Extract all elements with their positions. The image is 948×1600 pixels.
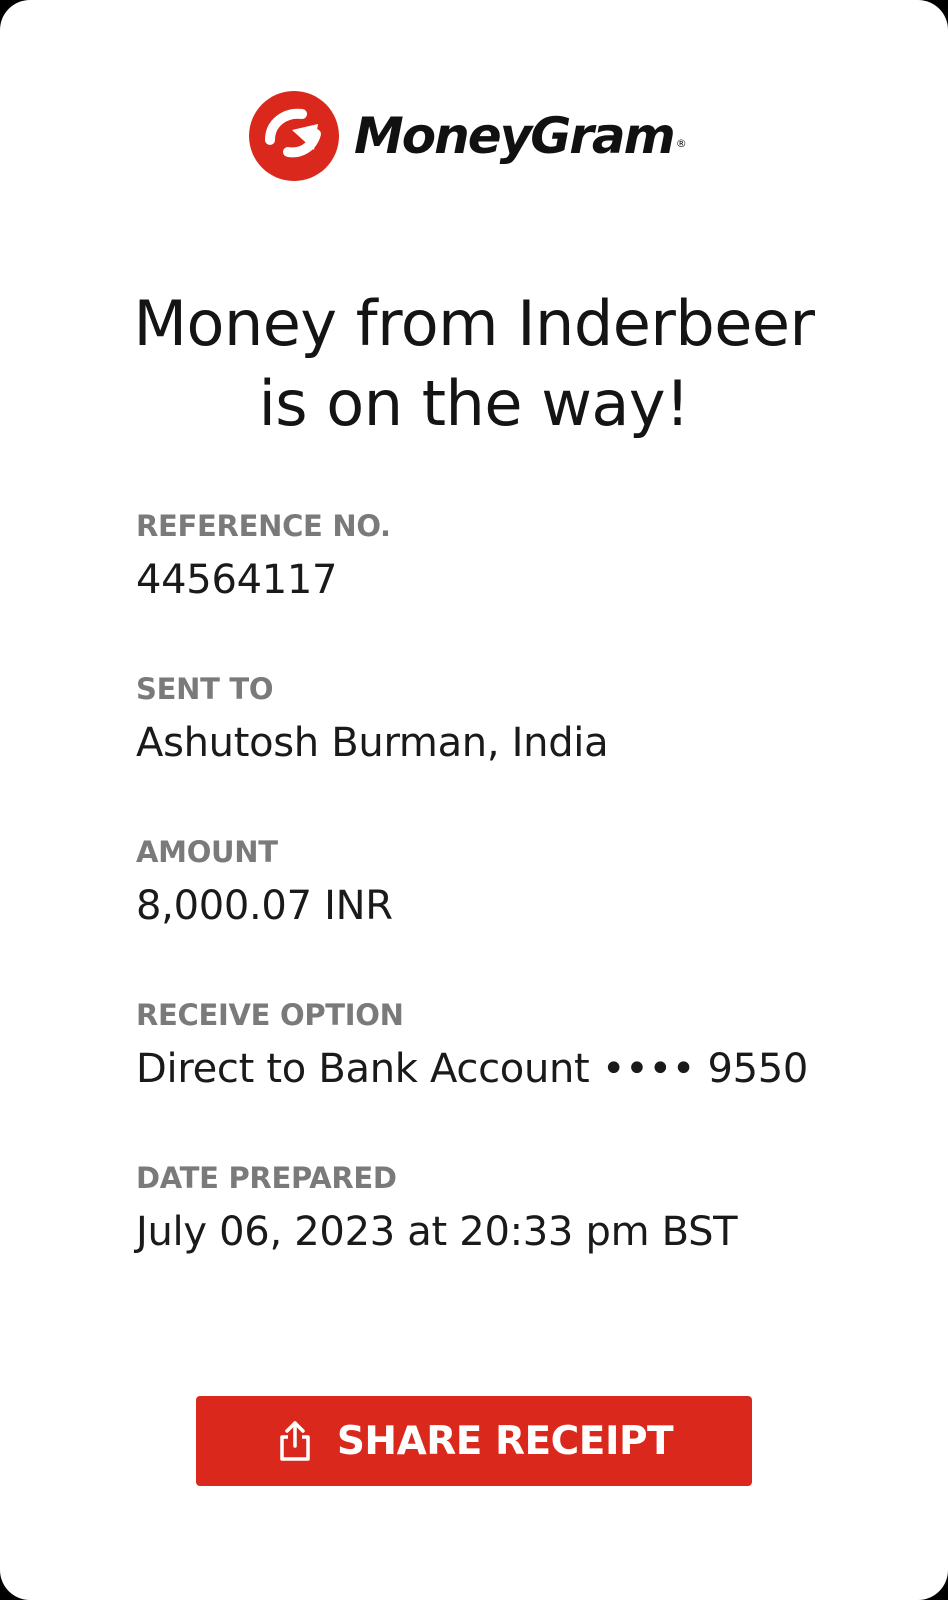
amount-value: 8,000.07 INR <box>136 883 393 929</box>
title-line-1: Money from Inderbeer <box>133 287 815 360</box>
registered-mark: ® <box>675 137 687 150</box>
reference-value: 44564117 <box>136 557 338 603</box>
amount-label: AMOUNT <box>136 835 278 869</box>
date-prepared-value: July 06, 2023 at 20:33 pm BST <box>136 1209 738 1255</box>
receive-option-value: Direct to Bank Account •••• 9550 <box>136 1046 809 1092</box>
title-line-2: is on the way! <box>258 367 690 440</box>
brand-wordmark: MoneyGram <box>354 107 676 165</box>
sent-to-label: SENT TO <box>136 672 274 706</box>
receipt-card: MoneyGram ® Money from Inderbeer is on t… <box>0 0 948 1600</box>
date-prepared-field: DATE PREPARED July 06, 2023 at 20:33 pm … <box>136 1160 916 1256</box>
share-icon <box>280 1421 310 1461</box>
sent-to-field: SENT TO Ashutosh Burman, India <box>136 671 916 767</box>
moneygram-logo: MoneyGram ® <box>248 88 687 184</box>
amount-field: AMOUNT 8,000.07 INR <box>136 834 916 930</box>
reference-label: REFERENCE NO. <box>136 509 391 543</box>
page-title: Money from Inderbeer is on the way! <box>60 284 888 444</box>
moneygram-arrow-logo-icon <box>249 91 339 181</box>
reference-field: REFERENCE NO. 44564117 <box>136 508 916 604</box>
share-receipt-button[interactable]: SHARE RECEIPT <box>196 1396 752 1486</box>
receive-option-field: RECEIVE OPTION Direct to Bank Account ••… <box>136 997 916 1093</box>
share-receipt-label: SHARE RECEIPT <box>336 1418 674 1464</box>
sent-to-value: Ashutosh Burman, India <box>136 720 609 766</box>
date-prepared-label: DATE PREPARED <box>136 1161 397 1195</box>
receive-option-label: RECEIVE OPTION <box>136 998 404 1032</box>
